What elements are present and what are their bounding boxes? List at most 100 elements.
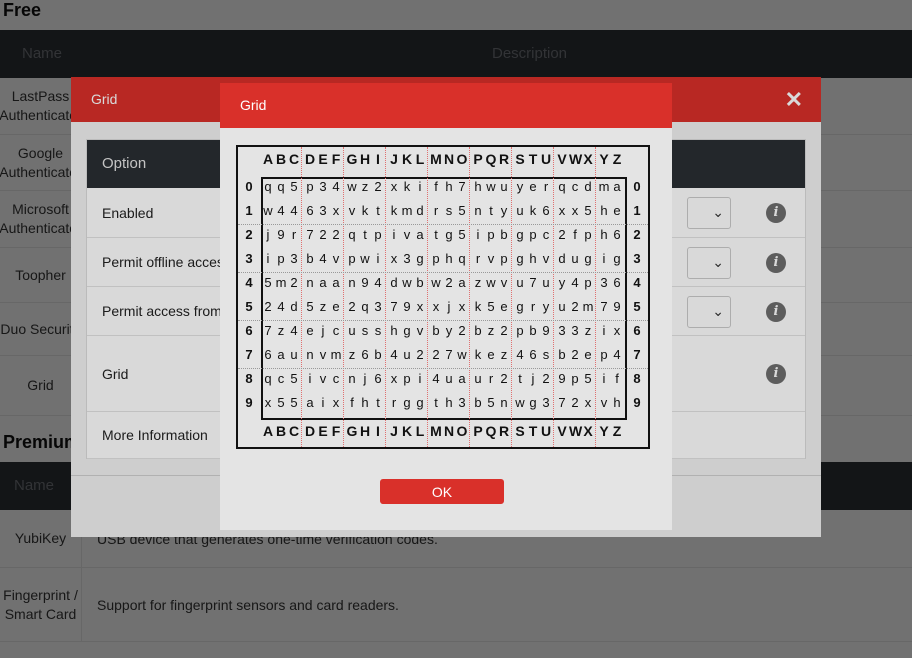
- grid-cell: 9: [361, 275, 369, 290]
- grid-cell: 6: [374, 371, 382, 386]
- grid-column-separator: [343, 147, 344, 447]
- grid-cell: 9: [558, 371, 566, 386]
- grid-cell: 3: [319, 179, 327, 194]
- grid-column-label: G: [346, 423, 358, 439]
- grid-cell: x: [390, 179, 398, 194]
- grid-cell: 2: [571, 299, 579, 314]
- grid-row-label: 4: [245, 275, 253, 290]
- grid-cell: 4: [571, 275, 579, 290]
- grid-cell: d: [584, 179, 592, 194]
- grid-cell: 6: [542, 203, 550, 218]
- grid-column-separator: [427, 147, 428, 447]
- grid-cell: j: [531, 371, 535, 386]
- grid-cell: 2: [348, 299, 356, 314]
- ok-button[interactable]: OK: [380, 479, 504, 504]
- grid-cell: y: [558, 275, 566, 290]
- grid-cell: i: [418, 179, 422, 194]
- grid-cell: 4: [516, 347, 524, 362]
- grid-cell: i: [392, 227, 396, 242]
- grid-cell: c: [542, 227, 550, 242]
- grid-column-separator: [469, 147, 470, 447]
- grid-cell: b: [432, 323, 440, 338]
- grid-cell: 3: [542, 395, 550, 410]
- grid-column-label: Q: [485, 423, 497, 439]
- grid-cell: w: [515, 395, 525, 410]
- grid-row-label: 7: [633, 347, 641, 362]
- grid-cell: g: [445, 227, 453, 242]
- grid-column-separator: [553, 147, 554, 447]
- grid-cell: 4: [332, 179, 340, 194]
- grid-column-label: K: [401, 423, 413, 439]
- grid-card: ABCDEFGHIJKLMNOPQRSTUVWXYZABCDEFGHIJKLMN…: [236, 145, 650, 449]
- grid-cell: 7: [306, 227, 314, 242]
- grid-cell: 5: [290, 395, 298, 410]
- grid-cell: 5: [487, 395, 495, 410]
- grid-cell: 5: [584, 203, 592, 218]
- grid-row-separator: [238, 368, 648, 369]
- grid-cell: v: [500, 275, 508, 290]
- grid-cell: d: [416, 203, 424, 218]
- grid-cell: p: [348, 251, 356, 266]
- grid-cell: e: [584, 347, 592, 362]
- grid-cell: z: [584, 323, 592, 338]
- grid-cell: 3: [571, 323, 579, 338]
- grid-cell: 2: [445, 275, 453, 290]
- grid-cell: 7: [529, 275, 537, 290]
- grid-column-label: F: [331, 423, 341, 439]
- grid-row-label: 0: [245, 179, 253, 194]
- grid-cell: h: [361, 395, 369, 410]
- grid-cell: a: [458, 275, 466, 290]
- grid-cell: 7: [390, 299, 398, 314]
- grid-column-label: E: [318, 151, 328, 167]
- grid-cell: d: [290, 299, 298, 314]
- grid-cell: x: [332, 203, 340, 218]
- grid-column-label: C: [288, 423, 300, 439]
- grid-cell: 5: [290, 371, 298, 386]
- grid-cell: u: [542, 275, 550, 290]
- grid-column-label: V: [557, 151, 567, 167]
- grid-cell: u: [571, 251, 579, 266]
- grid-cell: p: [529, 227, 537, 242]
- grid-cell: p: [571, 371, 579, 386]
- grid-cell: x: [584, 395, 592, 410]
- grid-column-label: I: [376, 423, 380, 439]
- grid-cell: z: [277, 323, 285, 338]
- grid-cell: f: [573, 227, 577, 242]
- grid-cell: h: [390, 323, 398, 338]
- grid-column-separator: [595, 147, 596, 447]
- grid-row-label: 6: [245, 323, 253, 338]
- grid-column-label: Q: [485, 151, 497, 167]
- grid-cell: 2: [542, 371, 550, 386]
- grid-cell: g: [416, 251, 424, 266]
- grid-cell: 5: [264, 275, 272, 290]
- grid-cell: m: [275, 275, 287, 290]
- grid-cell: a: [332, 275, 340, 290]
- grid-cell: g: [516, 299, 524, 314]
- grid-row-label: 1: [245, 203, 253, 218]
- grid-column-label: F: [331, 151, 341, 167]
- grid-cell: f: [350, 395, 354, 410]
- grid-column-label: U: [540, 423, 552, 439]
- grid-cell: i: [602, 323, 606, 338]
- grid-column-label: U: [540, 151, 552, 167]
- grid-cell: z: [348, 347, 356, 362]
- grid-cell: 5: [290, 179, 298, 194]
- grid-column-label: M: [430, 423, 442, 439]
- grid-column-label: M: [430, 151, 442, 167]
- grid-cell: e: [487, 347, 495, 362]
- grid-cell: 2: [458, 323, 466, 338]
- grid-cell: i: [476, 227, 480, 242]
- grid-cell: g: [529, 395, 537, 410]
- grid-cell: k: [529, 203, 537, 218]
- grid-cell: s: [445, 203, 453, 218]
- grid-dialog-header: Grid: [220, 83, 672, 128]
- grid-cell: w: [402, 275, 412, 290]
- grid-cell: u: [445, 371, 453, 386]
- grid-column-label: Z: [612, 151, 622, 167]
- grid-cell: h: [529, 251, 537, 266]
- grid-cell: q: [361, 299, 369, 314]
- grid-row-separator: [238, 224, 648, 225]
- grid-cell: 6: [264, 347, 272, 362]
- grid-cell: k: [474, 347, 482, 362]
- grid-cell: y: [500, 203, 508, 218]
